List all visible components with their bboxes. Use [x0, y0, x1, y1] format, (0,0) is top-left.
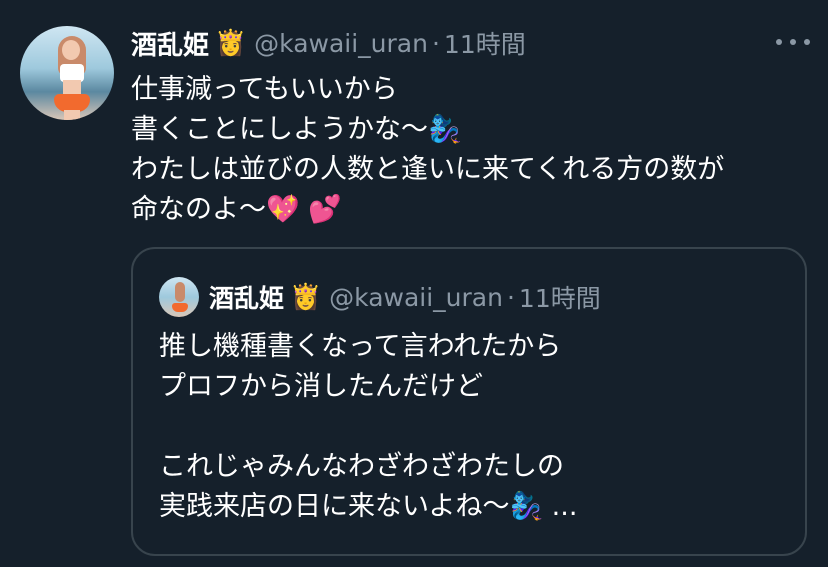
separator-dot: · — [506, 282, 515, 312]
more-horizontal-icon[interactable] — [776, 30, 810, 54]
quoted-tweet-text: 推し機種書くなって言われたから プロフから消したんだけど これじゃみんなわざわざ… — [159, 327, 789, 527]
tweet-text-line: わたしは並びの人数と逢いに来てくれる方の数が — [131, 154, 725, 185]
avatar-hair — [175, 282, 185, 302]
tweet-text-line: 命なのよ〜💖 💕 — [131, 194, 342, 225]
quoted-text-line: プロフから消したんだけど — [159, 371, 483, 402]
author-handle[interactable]: @kawaii_uran — [254, 29, 428, 58]
avatar-legs — [64, 110, 80, 120]
more-dot — [790, 39, 796, 45]
tweet-text-line: 仕事減ってもいいから — [131, 74, 398, 105]
crown-emoji: 👸 — [290, 282, 322, 311]
quoted-text-line: これじゃみんなわざわざわたしの — [159, 451, 564, 482]
avatar-face — [62, 40, 80, 60]
separator-dot: · — [431, 28, 440, 58]
more-dot — [804, 39, 810, 45]
tweet-text-line: 書くことにしようかな〜🧞‍♀️ — [131, 114, 462, 145]
avatar-skirt — [172, 303, 188, 312]
author-name[interactable]: 酒乱姫 — [131, 25, 209, 62]
quoted-author-avatar[interactable] — [159, 277, 199, 317]
quoted-text-line: 実践来店の日に来ないよね〜🧞‍♀️ ... — [159, 491, 578, 522]
tweet-timestamp[interactable]: 11時間 — [444, 25, 526, 61]
quoted-tweet-timestamp: 11時間 — [518, 284, 601, 313]
quoted-text-line: 推し機種書くなって言われたから — [159, 331, 562, 362]
quoted-author-handle: @kawaii_uran — [329, 282, 503, 312]
tweet-header: 酒乱姫 👸 @kawaii_uran · 11時間 — [131, 25, 526, 62]
quoted-text-line — [159, 407, 789, 447]
author-avatar[interactable] — [20, 26, 114, 120]
quoted-tweet[interactable]: 酒乱姫 👸 @kawaii_uran · 11時間 推し機種書くなって言われたか… — [131, 247, 807, 556]
tweet-text: 仕事減ってもいいから 書くことにしようかな〜🧞‍♀️ わたしは並びの人数と逢いに… — [131, 70, 811, 230]
crown-emoji: 👸 — [215, 28, 247, 57]
quoted-tweet-header: 酒乱姫 👸 @kawaii_uran · 11時間 — [209, 277, 601, 317]
quoted-author-name: 酒乱姫 — [209, 284, 285, 313]
more-dot — [776, 39, 782, 45]
